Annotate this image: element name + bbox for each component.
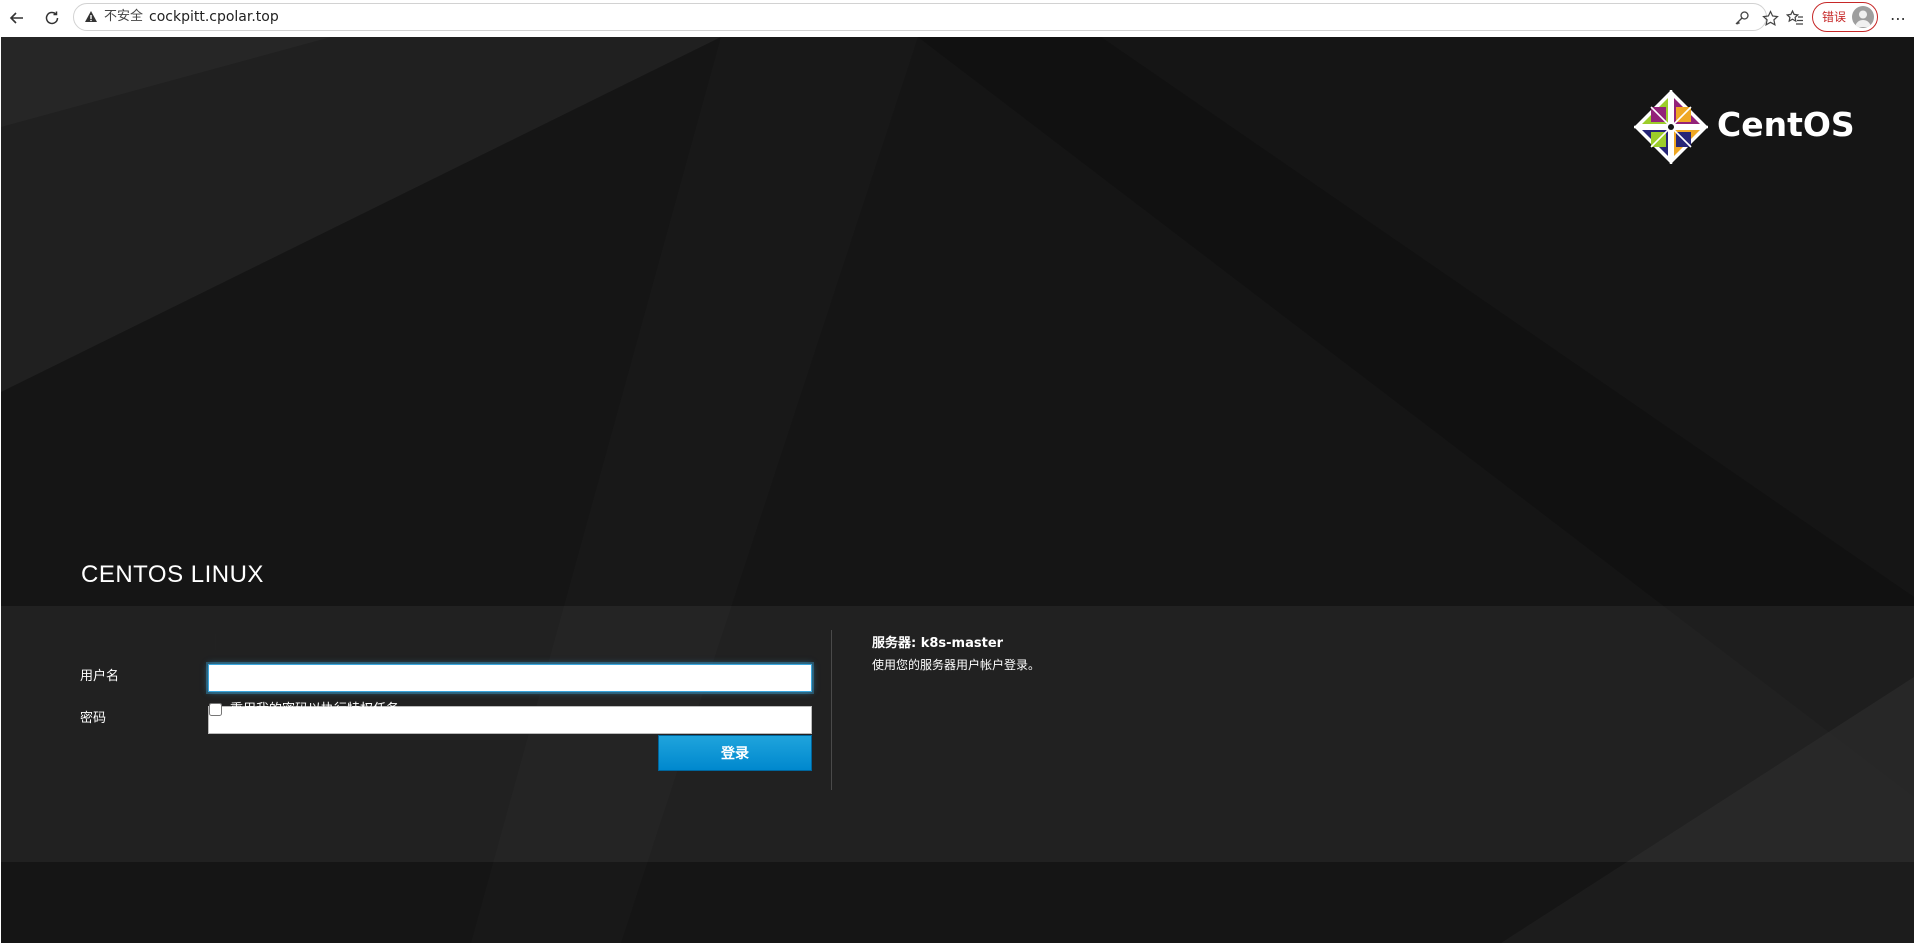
warning-icon[interactable] <box>84 10 98 24</box>
more-menu-button[interactable]: ⋯ <box>1886 6 1910 30</box>
arrow-left-icon <box>9 12 23 24</box>
password-label: 密码 <box>80 711 107 726</box>
avatar <box>1852 6 1874 28</box>
star-icon <box>1761 9 1779 26</box>
reuse-password-checkbox[interactable] <box>209 703 222 716</box>
text-cursor <box>215 634 216 650</box>
username-label: 用户名 <box>80 669 120 684</box>
profile-error-label: 错误 <box>1822 10 1847 24</box>
os-title: CENTOS LINUX <box>81 561 264 588</box>
panel-divider <box>831 630 832 790</box>
server-prefix: 服务器: <box>872 636 917 651</box>
more-dots-icon: ⋯ <box>1890 8 1906 28</box>
back-button[interactable] <box>5 6 29 30</box>
centos-logo-text: CentOS <box>1717 105 1855 144</box>
centos-emblem-icon <box>1634 90 1708 164</box>
address-bar[interactable]: 不安全 cockpitt.cpolar.top <box>73 3 1779 31</box>
login-page: CentOS CENTOS LINUX <box>1 37 1914 943</box>
user-avatar-icon <box>1855 10 1871 27</box>
browser-toolbar: 不安全 cockpitt.cpolar.top 错误 ⋯ <box>0 0 1916 36</box>
reload-button[interactable] <box>40 6 64 30</box>
server-name: k8s-master <box>920 636 1004 651</box>
username-input[interactable] <box>208 664 812 692</box>
favorites-button[interactable] <box>1783 6 1807 30</box>
key-icon <box>1735 11 1749 25</box>
password-key-button[interactable] <box>1732 8 1752 28</box>
url-text[interactable]: cockpitt.cpolar.top <box>149 8 279 26</box>
login-button[interactable]: 登录 <box>658 735 812 771</box>
reuse-password-label[interactable]: 重用我的密码以执行特权任务 <box>230 701 399 719</box>
bookmark-star-button[interactable] <box>1760 8 1780 28</box>
server-login-hint: 使用您的服务器用户帐户登录。 <box>872 658 1041 672</box>
not-secure-label[interactable]: 不安全 <box>104 8 143 26</box>
profile-button[interactable]: 错误 <box>1812 2 1878 32</box>
centos-logo: CentOS <box>1633 89 1855 165</box>
server-info: 服务器: k8s-master <box>872 635 1003 653</box>
favorites-list-icon <box>1786 9 1803 25</box>
refresh-icon <box>45 11 59 25</box>
